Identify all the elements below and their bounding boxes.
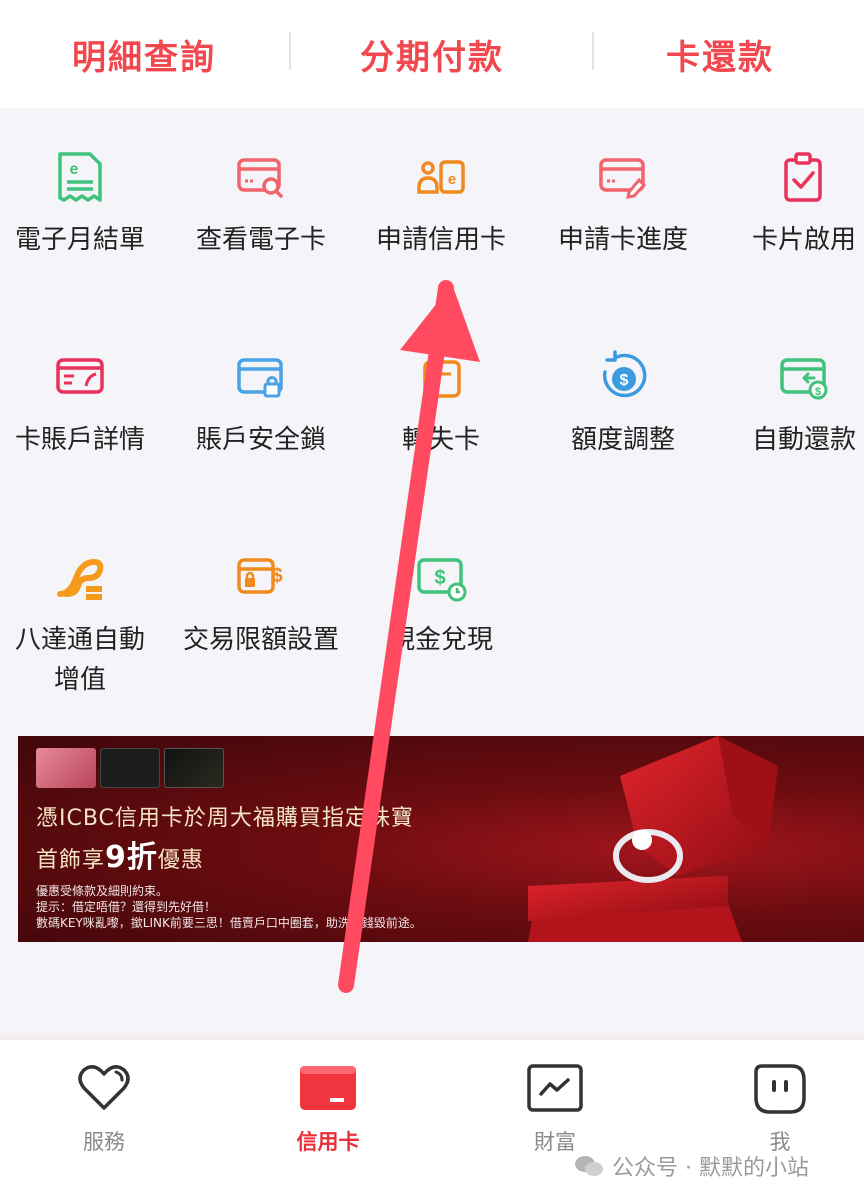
grid-label: 交易限額設置 [182,625,339,655]
clipboard-check-icon [784,152,822,202]
octopus-icon [57,558,104,600]
banner-headline: 憑ICBC信用卡於周大福購買指定珠寶 [36,806,414,831]
banner-subline: 首飾享9折優惠 [36,832,204,876]
grid-item-account-details[interactable]: 卡賬戶詳情 [0,348,170,460]
card-thumbnails [36,748,224,788]
grid-item-autopay[interactable]: $ 自動還款 [714,348,864,460]
grid-label: 轉失卡 [401,425,480,455]
nav-label: 服務 [83,1130,125,1154]
grid-label-line: 八達通自動 [14,625,145,655]
top-tab-bar: 明細查詢 分期付款 卡還款 [0,0,864,108]
promo-banner[interactable]: 憑ICBC信用卡於周大福購買指定珠寶 首飾享9折優惠 優惠受條款及細則約束。 提… [18,736,864,942]
grid-item-e-statement[interactable]: e 電子月結單 [0,148,170,260]
grid-item-octopus-auto-topup[interactable]: 八達通自動 增值 [0,548,170,700]
watermark-text: 公众号 · 默默的小站 [612,1156,809,1181]
cash-clock-icon: $ [417,558,467,602]
grid-item-limit-adjustment[interactable]: $ 額度調整 [533,348,713,460]
svg-text:e: e [70,161,79,178]
heart-icon [78,1065,130,1110]
grid-item-apply-credit-card[interactable]: e 申請信用卡 [351,148,531,260]
grid-item-application-progress[interactable]: 申請卡進度 [533,148,713,260]
card-search-icon [237,158,283,198]
watermark: 公众号 · 默默的小站 [574,1150,809,1182]
service-grid-area: e 電子月結單 查看電子卡 e 申請信用卡 申請卡進度 卡片啟用 卡賬戶詳情 賬… [0,108,864,1040]
grid-item-cash-advance[interactable]: $ 現金兌現 [351,548,531,660]
grid-label: 電子月結單 [14,225,145,255]
svg-text:e: e [448,171,456,188]
grid-label: 申請卡進度 [557,225,688,255]
grid-item-view-e-card[interactable]: 查看電子卡 [171,148,351,260]
grid-label: 卡賬戶詳情 [14,425,145,455]
jewelry-box-image [528,736,778,942]
nav-label: 信用卡 [296,1130,360,1154]
banner-fine-print: 數碼KEY咪亂嚟，撳LINK前要三思！借賣戶口中圈套，助洗黑錢毀前途。 [36,916,422,930]
grid-item-lost-card[interactable]: 轉失卡 [351,348,531,460]
grid-label: 自動還款 [751,425,856,455]
svg-text:$: $ [815,386,821,398]
nav-credit-card[interactable]: 信用卡 [248,1058,408,1156]
apply-card-icon: e [417,160,465,194]
banner-subline-suffix: 優惠 [157,848,204,873]
svg-text:$: $ [271,565,282,587]
grid-item-account-security-lock[interactable]: 賬戶安全鎖 [171,348,351,460]
nav-me[interactable]: 我 [700,1058,860,1156]
grid-label: 額度調整 [570,425,675,455]
card-details-icon [56,358,104,394]
card-limit-icon: $ [237,558,283,594]
card-thumbnail [100,748,160,788]
banner-discount: 9折 [105,840,158,875]
grid-label-line: 增值 [53,665,106,695]
card-edit-icon [599,158,647,199]
banner-fine-print: 優惠受條款及細則約束。 [36,884,169,898]
grid-item-card-activation[interactable]: 卡片啟用 [714,148,864,260]
card-autopay-icon: $ [780,358,828,400]
grid-label: 卡片啟用 [751,225,856,255]
face-icon [754,1064,806,1114]
banner-fine-print: 提示：借定唔借？還得到先好借！ [36,900,217,914]
grid-label: 現金兌現 [388,625,493,655]
wechat-icon [575,1156,603,1176]
e-statement-icon: e [58,152,102,202]
dollar-refresh-icon: $ [602,350,647,398]
tab-card-repayment[interactable]: 卡還款 [576,30,864,79]
tab-divider [592,32,594,70]
nav-wealth[interactable]: 財富 [475,1058,635,1156]
banner-subline-prefix: 首飾享 [36,848,106,873]
grid-label: 賬戶安全鎖 [195,425,326,455]
lost-card-icon [423,360,461,398]
tab-statement-inquiry[interactable]: 明細查詢 [0,30,288,79]
svg-text:$: $ [434,567,445,589]
tab-divider [289,32,291,70]
grid-label: 查看電子卡 [195,225,326,255]
grid-label: 申請信用卡 [375,225,506,255]
svg-text:$: $ [620,372,629,389]
card-thumbnail [164,748,224,788]
grid-label: 八達通自動 增值 [0,620,170,700]
chart-trend-icon [527,1064,583,1112]
grid-item-transaction-limit[interactable]: $ 交易限額設置 [171,548,351,660]
tab-installment[interactable]: 分期付款 [288,30,576,79]
card-lock-icon [237,358,283,398]
nav-services[interactable]: 服務 [24,1058,184,1156]
credit-card-icon [300,1066,356,1110]
card-thumbnail [36,748,96,788]
